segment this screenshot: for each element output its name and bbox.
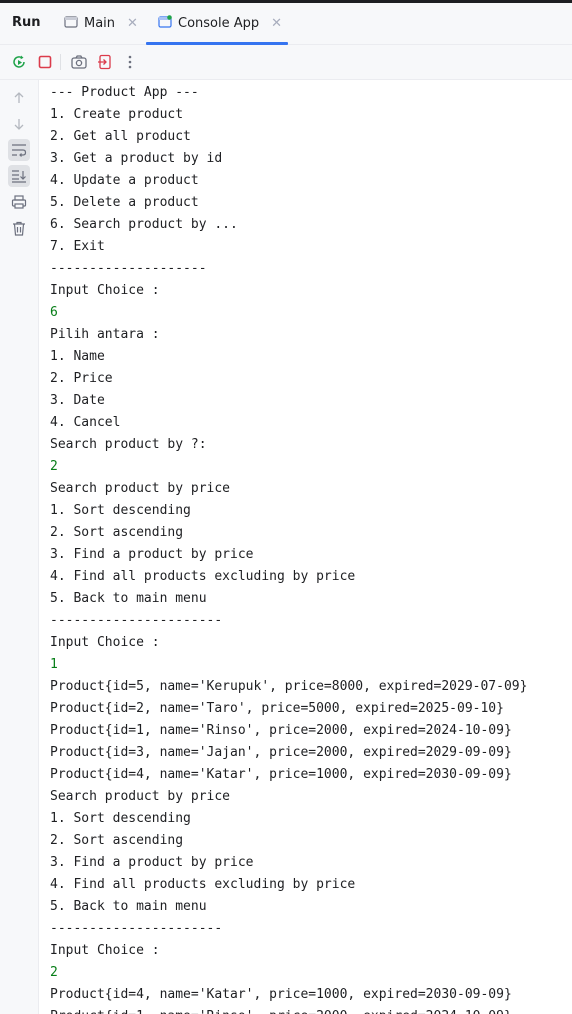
console-line: 1. Sort descending <box>50 811 191 826</box>
console-line: Product{id=3, name='Jajan', price=2000, … <box>50 745 512 760</box>
console-line: Product{id=5, name='Kerupuk', price=8000… <box>50 679 528 694</box>
console-user-input: 1 <box>50 657 58 672</box>
console-line: 4. Find all products excluding by price <box>50 877 356 892</box>
console-line: -------------------- <box>50 261 207 276</box>
console-line: Input Choice : <box>50 635 160 650</box>
console-line: Product{id=4, name='Katar', price=1000, … <box>50 767 512 782</box>
console-line: 2. Get all product <box>50 129 191 144</box>
console-user-input: 6 <box>50 305 58 320</box>
application-icon <box>158 14 172 33</box>
application-icon <box>64 14 78 33</box>
console-line: Product{id=4, name='Katar', price=1000, … <box>50 987 512 1002</box>
console-line: 3. Find a product by price <box>50 547 254 562</box>
arrow-up-icon[interactable] <box>8 87 30 109</box>
tab-main-label: Main <box>84 16 116 31</box>
console-line: ---------------------- <box>50 613 223 628</box>
console-line: 5. Delete a product <box>50 195 199 210</box>
run-toolbar <box>0 45 572 80</box>
console-lines: --- Product App --- 1. Create product 2. G… <box>50 82 527 1014</box>
console-line: Input Choice : <box>50 283 160 298</box>
console-output[interactable]: --- Product App --- 1. Create product 2. G… <box>39 80 572 1014</box>
rerun-icon[interactable] <box>10 53 28 71</box>
console-line: Search product by ?: <box>50 437 207 452</box>
console-line: Product{id=1, name='Rinso', price=2000, … <box>50 723 512 738</box>
console-line: 2. Sort ascending <box>50 525 184 540</box>
console-line: 3. Find a product by price <box>50 855 254 870</box>
console-line: 7. Exit <box>50 239 105 254</box>
console-line: --- Product App --- <box>50 85 199 100</box>
soft-wrap-icon[interactable] <box>8 139 30 161</box>
console-line: 1. Name <box>50 349 105 364</box>
tab-console-app[interactable]: Console App ✕ <box>158 3 282 44</box>
trash-icon[interactable] <box>8 217 30 239</box>
close-icon[interactable]: ✕ <box>127 16 138 31</box>
console-line: 3. Date <box>50 393 105 408</box>
stop-icon[interactable] <box>36 53 54 71</box>
console-line: Search product by price <box>50 789 231 804</box>
console-line: 3. Get a product by id <box>50 151 223 166</box>
console-line: 4. Cancel <box>50 415 121 430</box>
toolbar-separator <box>60 54 61 70</box>
tab-main[interactable]: Main ✕ <box>64 3 138 44</box>
print-icon[interactable] <box>8 191 30 213</box>
exit-icon[interactable] <box>96 53 114 71</box>
run-tool-header: Run Main ✕ Console App ✕ <box>0 3 572 45</box>
console-line: Pilih antara : <box>50 327 160 342</box>
camera-icon[interactable] <box>70 53 88 71</box>
console-line: 4. Find all products excluding by price <box>50 569 356 584</box>
console-line: 4. Update a product <box>50 173 199 188</box>
console-line: Product{id=2, name='Taro', price=5000, e… <box>50 701 504 716</box>
scroll-to-end-icon[interactable] <box>8 165 30 187</box>
console-line: 2. Price <box>50 371 113 386</box>
console-line: 5. Back to main menu <box>50 591 207 606</box>
run-tool-title: Run <box>12 15 41 30</box>
console-user-input: 2 <box>50 965 58 980</box>
arrow-down-icon[interactable] <box>8 113 30 135</box>
console-line: 2. Sort ascending <box>50 833 184 848</box>
console-sidebar <box>0 80 39 1014</box>
console-line: Search product by price <box>50 481 231 496</box>
console-line: Product{id=1, name='Rinso', price=2000, … <box>50 1006 527 1014</box>
console-line: 6. Search product by ... <box>50 217 238 232</box>
close-icon[interactable]: ✕ <box>271 16 282 31</box>
more-icon[interactable] <box>121 53 139 71</box>
tab-console-app-label: Console App <box>178 16 260 31</box>
console-line: 5. Back to main menu <box>50 899 207 914</box>
console-line: 1. Create product <box>50 107 184 122</box>
console-line: Input Choice : <box>50 943 160 958</box>
console-line: ---------------------- <box>50 921 223 936</box>
console-user-input: 2 <box>50 459 58 474</box>
console-line: 1. Sort descending <box>50 503 191 518</box>
